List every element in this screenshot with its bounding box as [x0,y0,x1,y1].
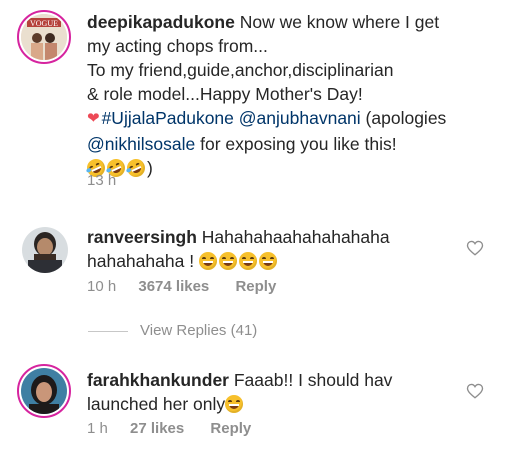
comment-text-fragment: (apologies [365,108,447,128]
grinning-squinting-face-icon [198,252,217,270]
comment-body: deepikapadukone Now we know where I get … [84,10,447,180]
reply-button[interactable]: Reply [210,420,251,437]
comment-username[interactable]: ranveersingh [87,227,197,247]
comment-deepikapadukone: VOGUE deepikapadukone Now we know where … [0,0,512,200]
comment-body: ranveersingh Hahahahaahahahahaha hahahah… [87,225,390,273]
comment-text-fragment: for exposing you like this! [200,134,397,154]
comment-text-line: Hahahahaahahahahaha [201,227,390,247]
comment-username[interactable]: farahkhankunder [87,370,229,390]
comment-text-line: my acting chops from... [87,36,268,56]
comment-meta: 10 h 3674 likes Reply [87,278,276,295]
view-replies-button[interactable]: View Replies (41) [88,322,257,342]
grinning-squinting-face-icon [258,252,277,270]
comment-text-line: hahahahaha ! [87,251,195,271]
mention-link[interactable]: @nikhilsosale [87,134,195,154]
heart-emoji-icon: ❤ [87,110,100,127]
hashtag-link[interactable]: #UjjalaPadukone [102,108,234,128]
mention-link[interactable]: @anjubhavnani [239,108,361,128]
comment-meta: 13 h [87,172,116,189]
comment-text-line: Now we know where I get [239,12,440,32]
grinning-squinting-face-icon [218,252,237,270]
profile-photo [21,368,67,414]
svg-text:VOGUE: VOGUE [30,19,58,28]
reply-button[interactable]: Reply [235,278,276,295]
comment-text-line: & role model...Happy Mother's Day! [87,84,363,104]
grinning-squinting-face-icon [238,252,257,270]
rolling-on-floor-laughing-icon [124,156,148,180]
view-replies-label: View Replies (41) [140,322,258,339]
likes-count[interactable]: 27 likes [130,420,184,437]
profile-photo [22,227,68,273]
grinning-squinting-face-icon [225,395,244,413]
comment-username[interactable]: deepikapadukone [87,12,235,32]
like-heart-icon[interactable] [466,239,484,257]
comment-text-fragment: ) [147,158,153,178]
avatar[interactable] [17,364,71,418]
comment-text-line: launched her only [87,394,226,414]
comment-timestamp: 13 h [87,172,117,189]
divider-line [88,330,128,332]
comment-meta: 1 h 27 likes Reply [87,420,251,437]
avatar[interactable]: VOGUE [17,10,71,64]
avatar[interactable] [22,227,68,273]
likes-count[interactable]: 3674 likes [138,278,209,295]
comment-body: farahkhankunder Faaab!! I should hav lau… [87,368,392,416]
comment-timestamp: 10 h [87,278,117,295]
comment-timestamp: 1 h [87,420,108,437]
magazine-cover-image: VOGUE [21,14,67,60]
like-heart-icon[interactable] [466,382,484,400]
comment-text-line: To my friend,guide,anchor,disciplinarian [87,60,394,80]
comment-text-line: Faaab!! I should hav [233,370,393,390]
